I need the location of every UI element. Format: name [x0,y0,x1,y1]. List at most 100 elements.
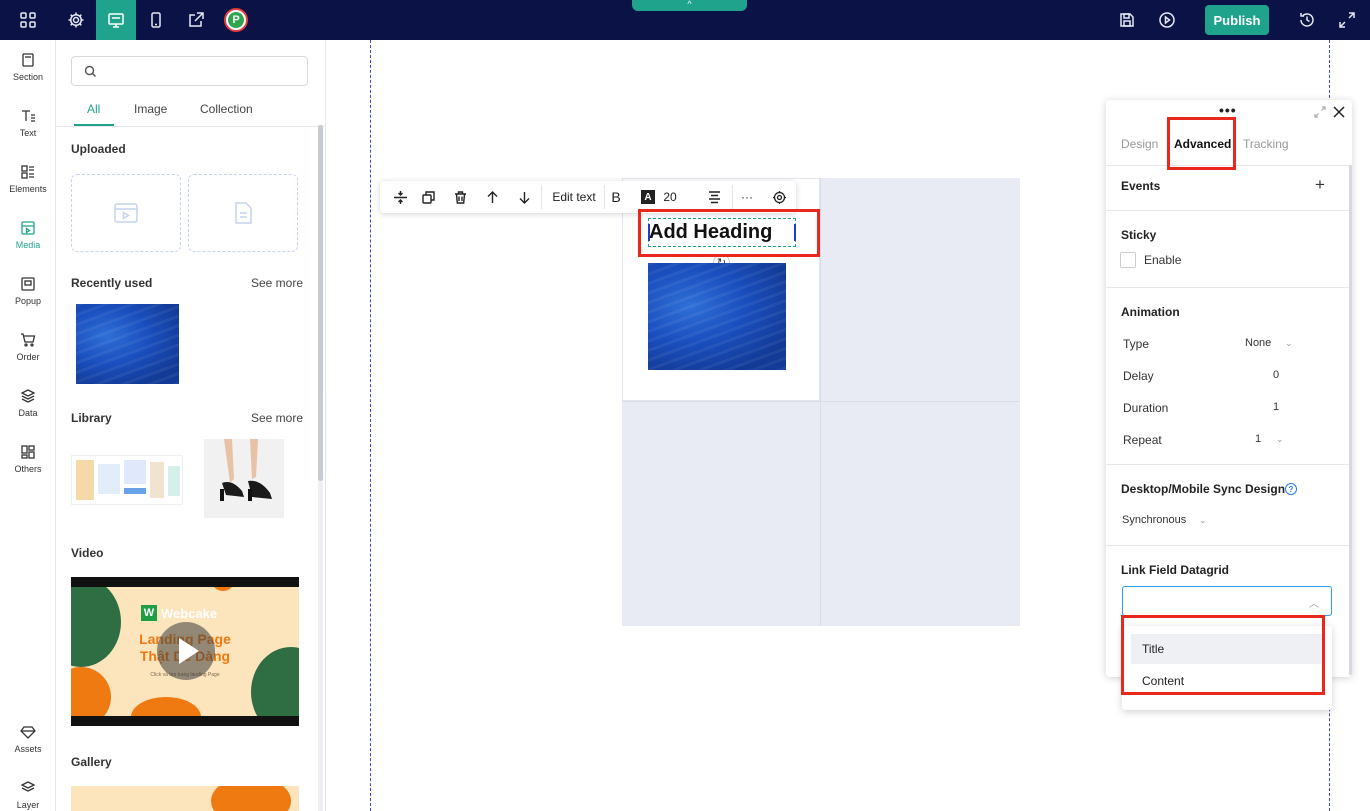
rail-item-elements[interactable]: Elements [0,152,56,202]
close-panel-icon[interactable] [1332,105,1346,119]
link-field-select[interactable]: ︿ [1122,586,1332,616]
expand-panel-icon[interactable] [1313,105,1327,119]
properties-scrollbar[interactable] [1349,165,1352,675]
text-icon [22,110,35,122]
rail-label: Text [19,128,37,138]
animation-repeat-label: Repeat [1123,433,1162,447]
animation-type-select[interactable]: None [1245,337,1271,349]
search-input-box[interactable] [71,56,308,86]
rail-item-section[interactable]: Section [0,40,56,90]
mobile-view-icon[interactable] [136,0,176,40]
sync-design-title: Desktop/Mobile Sync Design [1121,482,1286,496]
arrow-down-icon[interactable] [510,181,538,213]
recent-water-image[interactable] [76,304,179,384]
media-panel: All Image Collection Uploaded Recently u… [56,40,326,811]
bold-button[interactable]: B [606,181,626,213]
brand-logo-letter: P [228,12,244,28]
rail-label: Assets [14,744,42,754]
popup-icon [21,277,35,291]
recently-used-see-more[interactable]: See more [251,276,303,290]
sync-design-select[interactable]: Synchronous [1122,514,1186,526]
rail-item-layer[interactable]: Layer [0,768,56,811]
sticky-enable-checkbox[interactable] [1120,252,1136,268]
highlight-dropdown-options [1121,615,1325,695]
rail-item-text[interactable]: Text [0,96,56,146]
video-title: Video [71,546,104,560]
search-input[interactable] [104,61,299,81]
help-icon[interactable]: ? [1285,483,1297,495]
rail-label: Layer [16,800,40,810]
others-grid-icon [21,445,35,459]
apps-grid-icon[interactable] [8,0,48,40]
video-thumbnail[interactable]: W Webcake Landing Page Thật Dễ Dàng Clic… [71,577,299,726]
rail-item-order[interactable]: Order [0,320,56,370]
library-template-thumbnail[interactable] [71,455,183,505]
tab-collection[interactable]: Collection [200,102,253,116]
grid-divider-horizontal [622,401,1020,402]
video-brand-name: Webcake [161,605,218,621]
canvas-guide-left [370,40,371,811]
arrow-up-icon[interactable] [478,181,506,213]
upload-file-slot[interactable] [188,174,298,252]
gallery-title: Gallery [71,755,112,769]
preview-play-icon[interactable] [1147,0,1187,40]
duplicate-icon[interactable] [414,181,442,213]
upload-video-slot[interactable] [71,174,181,252]
diamond-icon [20,726,36,739]
collapse-up-handle[interactable]: ^ [632,0,747,11]
rail-item-assets[interactable]: Assets [0,712,56,762]
trash-icon[interactable] [446,181,474,213]
library-sandals-thumbnail[interactable] [204,439,284,518]
tab-design[interactable]: Design [1121,137,1158,151]
animation-duration-input[interactable]: 1 [1273,401,1279,413]
highlight-advanced-tab [1167,117,1236,170]
align-distribute-icon[interactable] [386,181,414,213]
animation-duration-label: Duration [1123,401,1169,415]
rail-item-popup[interactable]: Popup [0,264,56,314]
add-event-button[interactable]: + [1315,175,1325,195]
rail-label: Data [18,408,38,418]
highlight-heading [638,209,820,257]
animation-delay-label: Delay [1123,369,1154,383]
toolbar-separator [732,185,733,209]
share-icon[interactable] [176,0,216,40]
tab-all[interactable]: All [87,102,100,116]
rail-item-media[interactable]: Media [0,208,56,258]
settings-gear-icon[interactable] [56,0,96,40]
media-icon [21,221,35,235]
panel-scrollbar-thumb[interactable] [318,125,323,481]
animation-repeat-select[interactable]: 1 [1255,433,1261,445]
recently-used-title: Recently used [71,276,153,290]
rail-label: Order [16,352,40,362]
section-divider [1106,464,1352,465]
publish-button[interactable]: Publish [1205,5,1269,35]
layer-icon [20,781,36,792]
layers-data-icon [20,389,36,403]
tab-image[interactable]: Image [134,102,167,116]
rail-item-data[interactable]: Data [0,376,56,426]
sticky-enable-label: Enable [1144,253,1182,267]
tab-tracking[interactable]: Tracking [1243,137,1289,151]
library-see-more[interactable]: See more [251,411,303,425]
play-icon[interactable] [157,622,215,680]
canvas-water-image[interactable] [648,263,786,370]
elements-icon [21,165,34,179]
fullscreen-icon[interactable] [1327,0,1367,40]
section-divider [1106,287,1352,288]
animation-delay-input[interactable]: 0 [1273,369,1279,381]
font-icon-letter: A [641,190,655,204]
gallery-thumbnail[interactable] [71,786,299,811]
chevron-down-icon: ⌄ [1285,338,1293,348]
history-icon[interactable] [1287,0,1327,40]
animation-title: Animation [1121,305,1180,319]
library-title: Library [71,411,112,425]
save-icon[interactable] [1107,0,1147,40]
panel-drag-handle[interactable]: ••• [1219,103,1237,117]
rail-item-others[interactable]: Others [0,432,56,482]
desktop-view-icon[interactable] [96,0,136,40]
rail-label: Section [12,72,44,82]
edit-text-button[interactable]: Edit text [546,181,602,213]
uploaded-title: Uploaded [71,142,126,156]
brand-logo[interactable]: P [216,0,256,40]
toolbar-separator [541,185,542,209]
